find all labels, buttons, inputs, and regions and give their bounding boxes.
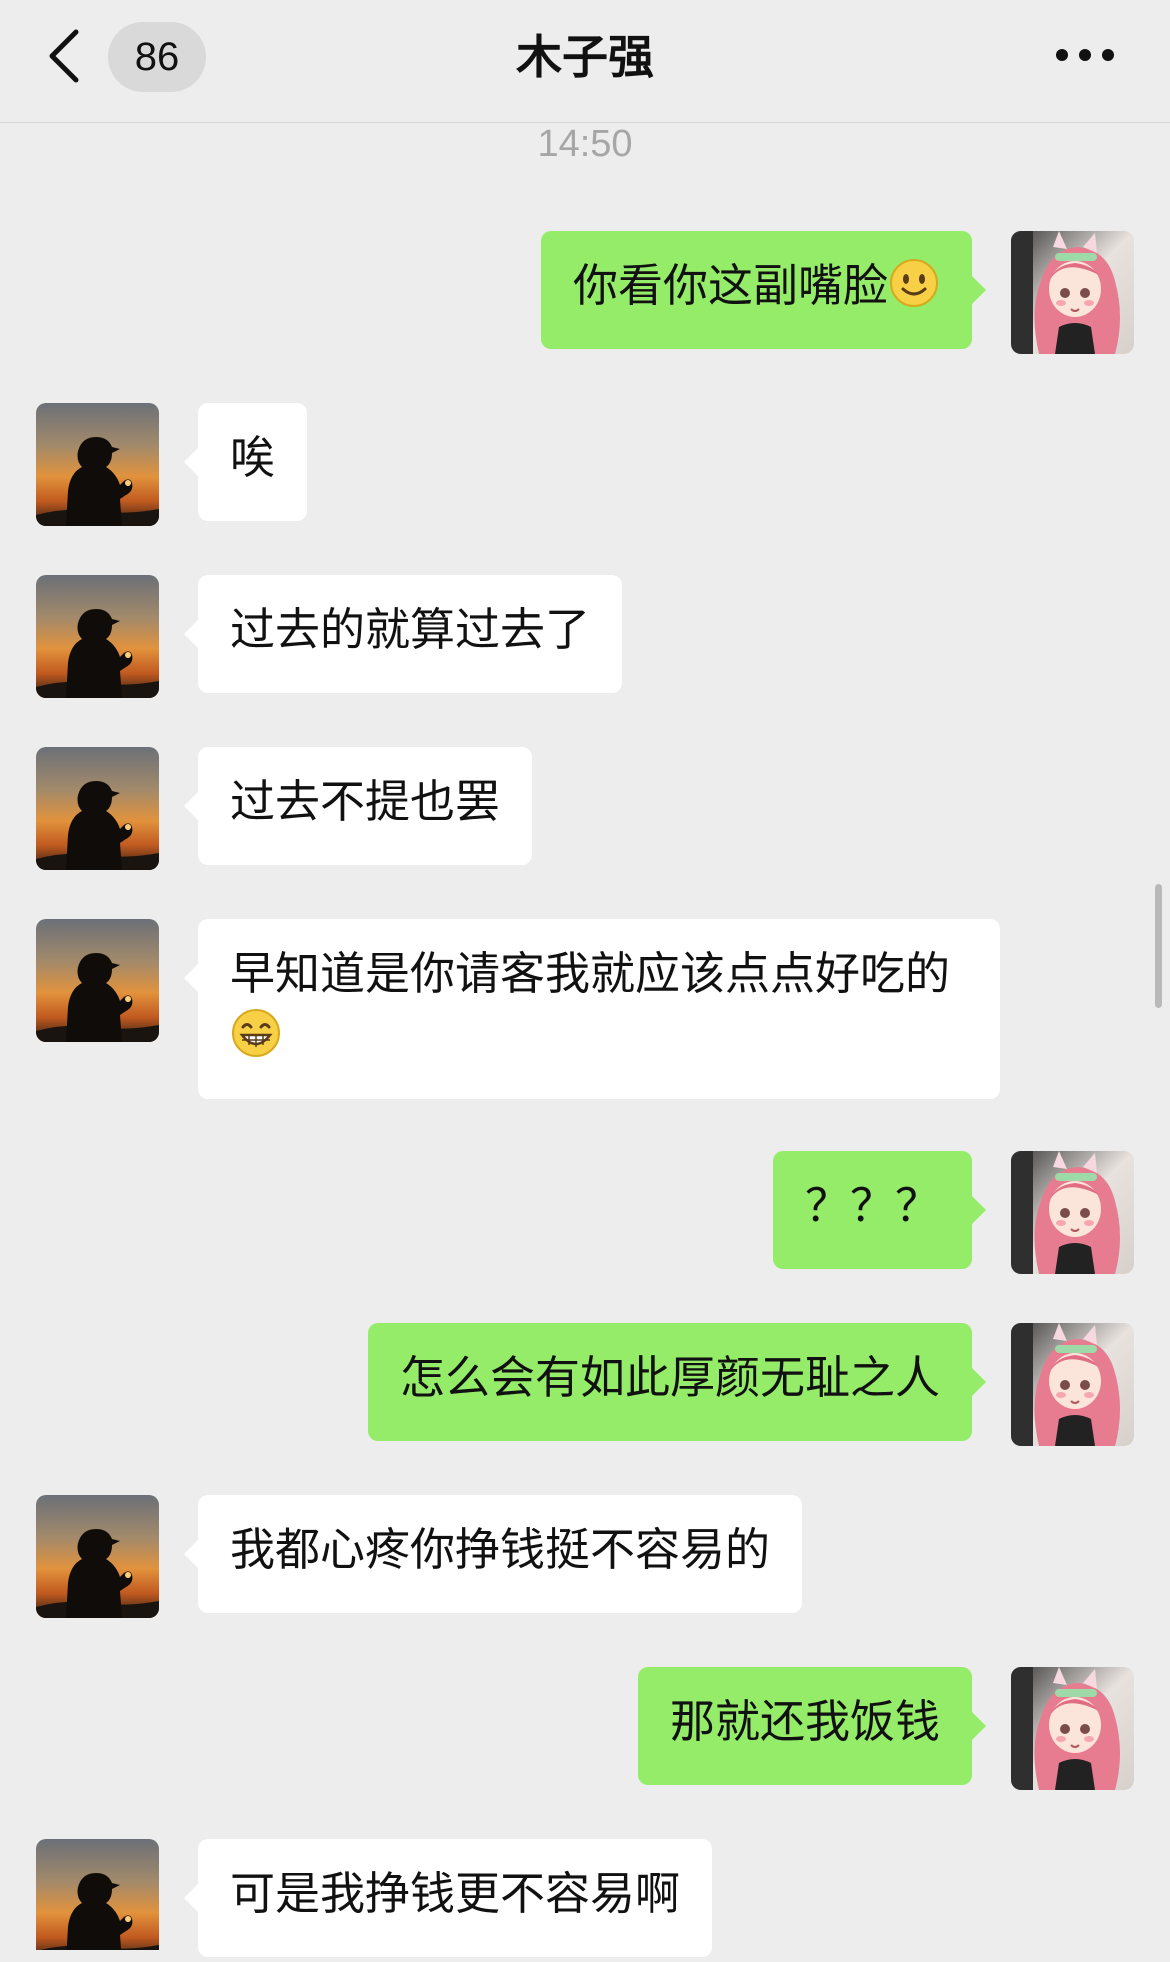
chat-header: 86 木子强 [0,0,1170,123]
user-avatar[interactable] [1011,1323,1134,1446]
message-text: 你看你这副嘴脸 [572,259,888,312]
sent-message-bubble[interactable]: ？？？ [772,1151,987,1269]
sent-message-bubble[interactable]: 怎么会有如此厚颜无耻之人 [367,1323,987,1441]
message-text: 那就还我饭钱 [669,1695,940,1748]
more-button[interactable] [1050,30,1120,80]
user-avatar[interactable] [1011,231,1134,354]
message-text: 过去不提也罢 [230,775,501,828]
message-text: 早知道是你请客我就应该点点好吃的 [230,947,951,1000]
message-text: 怎么会有如此厚颜无耻之人 [399,1351,940,1404]
contact-avatar[interactable] [36,1839,159,1962]
contact-avatar[interactable] [36,919,159,1042]
sent-message-bubble[interactable]: 你看你这副嘴脸 [540,231,987,349]
contact-avatar[interactable] [36,1495,159,1618]
chevron-left-icon [49,29,79,83]
message-text: 唉 [230,431,276,484]
message-text: 可是我挣钱更不容易啊 [230,1867,681,1920]
message-text: ？？？ [804,1179,940,1232]
smiling-face-emoji [890,259,938,307]
sent-message-bubble[interactable]: 那就还我饭钱 [637,1667,987,1785]
grinning-face-emoji [232,1009,280,1057]
received-message-bubble[interactable]: 可是我挣钱更不容易啊 [183,1839,713,1957]
chat-title: 木子强 [516,30,654,84]
received-message-bubble[interactable]: 唉 [183,403,308,521]
message-text: 过去的就算过去了 [230,603,591,656]
message-text: 我都心疼你挣钱挺不容易的 [230,1523,771,1576]
user-avatar[interactable] [1011,1667,1134,1790]
unread-count-badge[interactable]: 86 [108,22,206,92]
received-message-bubble[interactable]: 过去不提也罢 [183,747,533,865]
user-avatar[interactable] [1011,1151,1134,1274]
message-timestamp: 14:50 [537,123,633,165]
back-button[interactable] [42,28,88,84]
scrollbar[interactable] [1155,884,1162,1008]
contact-avatar[interactable] [36,575,159,698]
contact-avatar[interactable] [36,403,159,526]
ellipsis-icon [1056,49,1114,61]
received-message-bubble[interactable]: 过去的就算过去了 [183,575,623,693]
contact-avatar[interactable] [36,747,159,870]
received-message-bubble[interactable]: 早知道是你请客我就应该点点好吃的 [184,919,1000,1099]
received-message-bubble[interactable]: 我都心疼你挣钱挺不容易的 [183,1495,803,1613]
